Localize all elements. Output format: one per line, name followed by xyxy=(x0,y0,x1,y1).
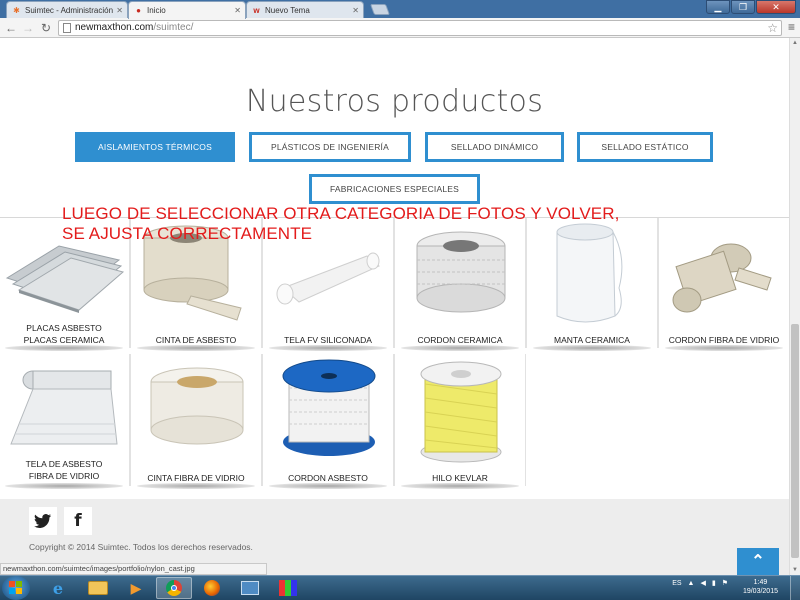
card-shadow xyxy=(533,345,651,351)
category-plasticos-ingenieria[interactable]: PLÁSTICOS DE INGENIERÍA xyxy=(249,132,411,162)
tray-arrow-icon[interactable]: ▲ xyxy=(688,580,695,587)
close-window-button[interactable]: ✕ xyxy=(756,0,796,14)
system-tray: ES ▲ ◀ ▮ ⚑ xyxy=(672,579,728,588)
card-shadow xyxy=(401,345,519,351)
close-icon[interactable]: ✕ xyxy=(234,6,241,15)
firefox-icon[interactable] xyxy=(194,577,230,599)
language-indicator[interactable]: ES xyxy=(672,580,681,587)
product-label: TELA DE ASBESTO FIBRA DE VIDRIO xyxy=(25,459,103,481)
card-shadow xyxy=(137,345,255,351)
card-shadow xyxy=(269,345,387,351)
minimize-button[interactable]: ▁ xyxy=(706,0,730,14)
facebook-icon[interactable]: f xyxy=(64,507,92,535)
category-sellado-estatico[interactable]: SELLADO ESTÁTICO xyxy=(577,132,713,162)
internet-explorer-icon[interactable]: e xyxy=(40,577,76,599)
forward-icon[interactable]: → xyxy=(20,20,36,36)
product-card-tela-asbesto[interactable]: TELA DE ASBESTO FIBRA DE VIDRIO xyxy=(0,354,130,489)
card-shadow xyxy=(137,483,255,489)
product-label: PLACAS ASBESTO PLACAS CERAMICA xyxy=(23,323,105,345)
show-desktop-button[interactable] xyxy=(790,576,800,600)
tab-title: Suimtec - Administración xyxy=(25,5,114,15)
product-card-cordon-asbesto[interactable]: CORDON ASBESTO xyxy=(262,354,394,489)
windows-logo-icon xyxy=(9,581,22,594)
system-clock[interactable]: 1:49 19/03/2015 xyxy=(743,578,778,596)
clock-date: 19/03/2015 xyxy=(742,588,778,595)
product-card-hilo-kevlar[interactable]: HILO KEVLAR xyxy=(394,354,526,489)
window-controls: ▁ ❐ ✕ xyxy=(706,0,796,14)
copyright-text: Copyright © 2014 Suimtec. Todos los dere… xyxy=(29,542,253,552)
tab-title: Nuevo Tema xyxy=(265,5,310,15)
video-studio-icon[interactable] xyxy=(270,577,306,599)
status-bar-url: newmaxthon.com/suimtec/images/portfolio/… xyxy=(0,563,267,575)
vertical-scrollbar[interactable]: ▲ ▼ xyxy=(789,38,800,575)
twitter-icon[interactable] xyxy=(29,507,57,535)
tab-nuevo-tema[interactable]: w Nuevo Tema ✕ xyxy=(246,1,364,18)
product-image-tela-asbesto xyxy=(10,370,118,445)
menu-icon[interactable]: ≡ xyxy=(788,20,795,34)
annotation-line-2: SE AJUSTA CORRECTAMENTE xyxy=(62,224,313,243)
scroll-thumb[interactable] xyxy=(791,324,799,558)
close-icon[interactable]: ✕ xyxy=(116,6,123,15)
close-icon[interactable]: ✕ xyxy=(352,6,359,15)
product-card-cinta-fv[interactable]: CINTA FIBRA DE VIDRIO xyxy=(130,354,262,489)
product-image-hilo-kevlar xyxy=(420,361,502,463)
maximize-button[interactable]: ❐ xyxy=(731,0,755,14)
product-image-cordon-fv xyxy=(672,243,772,313)
start-button[interactable] xyxy=(2,576,30,600)
windows-taskbar: e ▶ ES ▲ ◀ ▮ ⚑ 1:49 19/03/2015 xyxy=(0,575,800,600)
category-fabricaciones-especiales[interactable]: FABRICACIONES ESPECIALES xyxy=(309,174,480,204)
annotation-text: LUEGO DE SELECCIONAR OTRA CATEGORIA DE F… xyxy=(62,204,619,244)
file-explorer-icon[interactable] xyxy=(80,577,116,599)
url-host: newmaxthon.com xyxy=(75,22,154,33)
browser-toolbar: ← → ↻ newmaxthon.com/suimtec/ ☆ ≡ xyxy=(0,18,800,38)
annotation-line-1: LUEGO DE SELECCIONAR OTRA CATEGORIA DE F… xyxy=(62,204,620,223)
tab-inicio[interactable]: ● Inicio ✕ xyxy=(128,1,246,19)
card-shadow xyxy=(5,483,123,489)
site-icon: w xyxy=(253,5,260,15)
browser-tab-bar: ✱ Suimtec - Administración ✕ ● Inicio ✕ … xyxy=(0,0,800,19)
bookmark-star-icon[interactable]: ☆ xyxy=(767,21,778,35)
new-tab-button[interactable] xyxy=(369,4,391,15)
product-image-cinta-fv xyxy=(150,367,244,445)
tab-title: Inicio xyxy=(147,6,166,15)
action-center-icon[interactable]: ⚑ xyxy=(722,579,728,587)
scroll-up-arrow-icon[interactable]: ▲ xyxy=(790,38,800,48)
card-shadow xyxy=(269,483,387,489)
clock-time: 1:49 xyxy=(753,579,768,586)
network-icon[interactable]: ▮ xyxy=(712,579,716,587)
card-shadow xyxy=(401,483,519,489)
network-app-icon[interactable] xyxy=(232,577,268,599)
product-image-cordon-asbesto xyxy=(282,359,376,456)
card-shadow xyxy=(665,345,783,351)
drop-icon: ● xyxy=(136,6,141,15)
back-icon[interactable]: ← xyxy=(3,20,19,36)
chrome-icon[interactable] xyxy=(156,577,192,599)
speaker-icon[interactable]: ◀ xyxy=(700,579,705,587)
scroll-down-arrow-icon[interactable]: ▼ xyxy=(790,565,800,575)
reload-icon[interactable]: ↻ xyxy=(38,20,54,36)
category-sellado-dinamico[interactable]: SELLADO DINÁMICO xyxy=(425,132,564,162)
url-path: /suimtec/ xyxy=(153,22,194,33)
page-viewport: Nuestros productos AISLAMIENTOS TÉRMICOS… xyxy=(0,38,789,575)
product-card-cordon-fv[interactable]: CORDON FIBRA DE VIDRIO xyxy=(658,218,789,351)
address-bar[interactable]: newmaxthon.com/suimtec/ xyxy=(58,20,782,36)
card-shadow xyxy=(5,345,123,351)
scroll-to-top-button[interactable]: ⌃ xyxy=(737,548,779,575)
tab-suimtec-admin[interactable]: ✱ Suimtec - Administración ✕ xyxy=(6,1,128,18)
page-title: Nuestros productos xyxy=(245,84,544,119)
page-icon xyxy=(63,23,71,33)
joomla-icon: ✱ xyxy=(13,5,20,15)
category-aislamientos-termicos[interactable]: AISLAMIENTOS TÉRMICOS xyxy=(75,132,235,162)
media-player-icon[interactable]: ▶ xyxy=(118,577,154,599)
